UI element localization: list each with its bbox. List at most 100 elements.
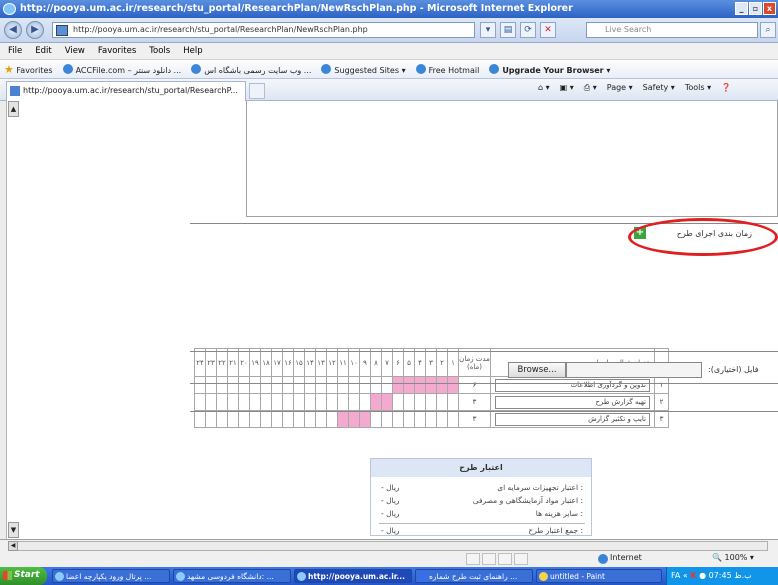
month-cell[interactable] [403,393,415,411]
month-cell[interactable] [326,410,338,428]
month-cell[interactable] [392,410,404,428]
month-cell[interactable] [227,376,239,394]
month-cell[interactable] [414,393,426,411]
month-cell[interactable] [381,410,393,428]
month-cell[interactable] [315,376,327,394]
month-cell[interactable] [271,393,283,411]
activity-input[interactable]: تهیه گزارش طرح [495,395,650,409]
month-cell[interactable] [436,393,448,411]
month-cell[interactable] [370,376,382,394]
task-portal[interactable]: پرتال ورود یکپارچه اعضا ... [52,569,170,583]
task-paint[interactable]: untitled - Paint [536,569,662,583]
month-cell[interactable] [425,376,437,394]
month-cell[interactable] [425,410,437,428]
description-textarea[interactable] [246,101,778,217]
menu-view[interactable]: View [65,46,85,59]
month-cell[interactable] [359,376,371,394]
address-dropdown-icon[interactable]: ▾ [480,22,496,38]
month-cell[interactable] [227,393,239,411]
language-indicator[interactable]: FA [671,571,680,580]
file-path-input[interactable] [566,362,702,378]
month-cell[interactable] [414,376,426,394]
fav-link-accfile[interactable]: ACCFile.com – دانلود سنتر ... [62,63,181,75]
month-cell[interactable] [392,376,404,394]
month-cell[interactable] [205,393,217,411]
month-cell[interactable] [216,376,228,394]
month-cell[interactable] [205,410,217,428]
menu-file[interactable]: File [8,46,22,59]
close-button[interactable]: x [763,2,776,15]
activity-input[interactable]: تایپ و تکثیر گزارش [495,412,650,426]
menu-tools[interactable]: Tools [149,46,170,59]
month-cell[interactable] [282,410,294,428]
month-cell[interactable] [194,393,206,411]
month-cell[interactable] [348,393,360,411]
month-cell[interactable] [359,393,371,411]
month-cell[interactable] [315,393,327,411]
month-cell[interactable] [370,410,382,428]
month-cell[interactable] [337,393,349,411]
address-bar[interactable]: http://pooya.um.ac.ir/research/stu_porta… [52,22,475,38]
fav-link-hotmail[interactable]: Free Hotmail [415,63,479,75]
month-cell[interactable] [326,393,338,411]
task-ferdowsi[interactable]: دانشگاه فردوسی مشهد: ... [173,569,291,583]
month-cell[interactable] [304,393,316,411]
month-cell[interactable] [249,410,261,428]
tools-menu[interactable]: Tools ▾ [685,83,711,93]
scroll-left-button[interactable]: ◀ [8,541,18,551]
month-cell[interactable] [260,376,272,394]
fav-link-upgrade[interactable]: Upgrade Your Browser ▾ [489,63,610,75]
month-cell[interactable] [348,410,360,428]
fav-link-suggested[interactable]: Suggested Sites ▾ [321,63,406,75]
month-cell[interactable] [238,376,250,394]
new-tab-button[interactable] [249,83,265,99]
task-pooya[interactable]: http://pooya.um.ac.ir... [294,569,412,583]
menu-help[interactable]: Help [183,46,202,59]
month-cell[interactable] [359,410,371,428]
month-cell[interactable] [436,410,448,428]
month-cell[interactable] [205,376,217,394]
month-cell[interactable] [282,376,294,394]
month-cell[interactable] [282,393,294,411]
k-icon[interactable]: K [690,571,696,580]
minimize-button[interactable]: _ [735,2,748,15]
month-cell[interactable] [370,393,382,411]
stop-icon[interactable]: ✕ [540,22,556,38]
month-cell[interactable] [326,376,338,394]
month-cell[interactable] [260,393,272,411]
start-button[interactable]: Start [0,567,47,585]
month-cell[interactable] [271,376,283,394]
menu-favorites[interactable]: Favorites [98,46,136,59]
month-cell[interactable] [249,393,261,411]
menu-edit[interactable]: Edit [35,46,51,59]
month-cell[interactable] [293,376,305,394]
month-cell[interactable] [293,410,305,428]
activity-input[interactable]: تدوین و گردآوری اطلاعات [495,378,650,392]
zoom-level[interactable]: 🔍 100% ▾ [712,553,754,562]
month-cell[interactable] [337,410,349,428]
fav-link-club[interactable]: وب سایت رسمی باشگاه اس ... [191,63,311,75]
month-cell[interactable] [403,410,415,428]
month-cell[interactable] [414,410,426,428]
month-cell[interactable] [403,376,415,394]
month-cell[interactable] [271,410,283,428]
month-cell[interactable] [304,410,316,428]
month-cell[interactable] [447,410,459,428]
month-cell[interactable] [194,376,206,394]
print-icon[interactable]: ⎙ ▾ [584,83,597,93]
month-cell[interactable] [447,376,459,394]
month-cell[interactable] [194,410,206,428]
search-icon[interactable]: ⌕ [760,22,776,38]
month-cell[interactable] [304,376,316,394]
month-cell[interactable] [425,393,437,411]
horizontal-scrollbar[interactable] [8,541,768,551]
forward-button[interactable]: ▶ [26,21,44,39]
month-cell[interactable] [315,410,327,428]
month-cell[interactable] [381,376,393,394]
tab-current[interactable]: http://pooya.um.ac.ir/research/stu_porta… [6,81,246,101]
compat-view-icon[interactable]: ▤ [500,22,516,38]
month-cell[interactable] [293,393,305,411]
month-cell[interactable] [216,393,228,411]
month-cell[interactable] [348,376,360,394]
month-cell[interactable] [238,410,250,428]
